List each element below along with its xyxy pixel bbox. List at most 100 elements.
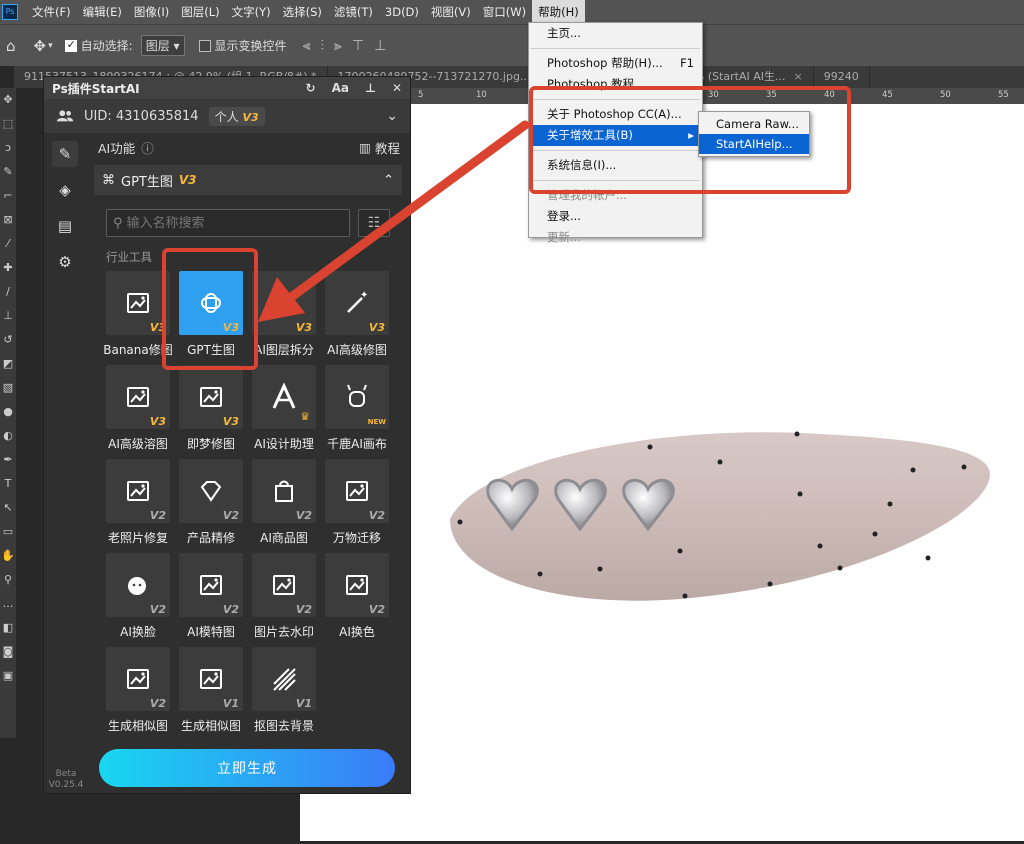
color-change-icon <box>342 570 372 600</box>
ai-section-title: AI功能 <box>98 140 136 156</box>
info-icon[interactable]: ⓘ <box>141 138 154 157</box>
more-tools-icon[interactable]: … <box>0 592 16 616</box>
quick-select-icon[interactable]: ✎ <box>0 160 16 184</box>
align-center-icon[interactable]: ⫶ <box>320 38 324 54</box>
tool-tile[interactable]: V2 老照片修复 <box>106 459 172 547</box>
align-left-icon[interactable]: ⫷ <box>303 38 311 54</box>
tool-tile[interactable]: V2 产品精修 <box>179 459 245 547</box>
show-transform-label: 显示变换控件 <box>214 39 287 53</box>
pen-tool-icon[interactable]: ✒ <box>0 448 16 472</box>
layer-select[interactable]: 图层 ▾ <box>140 35 185 56</box>
blur-tool-icon[interactable]: ● <box>0 400 16 424</box>
chevron-up-icon[interactable]: ⌃ <box>383 173 394 188</box>
frame-tool-icon[interactable]: ⊠ <box>0 208 16 232</box>
menu-item[interactable]: 视图(V) <box>425 0 477 24</box>
generate-button[interactable]: 立即生成 <box>99 749 395 787</box>
tool-tile[interactable]: ✦ V3 AI高级修图 <box>325 271 391 359</box>
close-icon[interactable]: ✕ <box>392 81 402 95</box>
align-top-icon[interactable]: ⊤ <box>352 38 364 54</box>
hand-tool-icon[interactable]: ✋ <box>0 544 16 568</box>
help-menu-item[interactable]: Photoshop 帮助(H)... F1 <box>529 53 702 74</box>
search-box[interactable]: ⚲ <box>106 209 350 237</box>
menu-item[interactable]: 文字(Y) <box>226 0 277 24</box>
tool-tile[interactable]: V2 AI模特图 <box>179 553 245 641</box>
close-icon[interactable]: × <box>794 70 803 83</box>
chevron-down-icon[interactable]: ⌄ <box>386 108 398 124</box>
gradient-icon[interactable]: ▧ <box>0 376 16 400</box>
clipboard-icon[interactable]: ▤ <box>52 213 78 239</box>
tool-tile[interactable]: NEW 千鹿AI画布 <box>325 365 391 453</box>
menu-item[interactable]: 图像(I) <box>128 0 175 24</box>
edit-icon[interactable]: ✎ <box>52 141 78 167</box>
eraser-icon[interactable]: ◩ <box>0 352 16 376</box>
menu-item[interactable]: 编辑(E) <box>77 0 128 24</box>
gpt-section-header[interactable]: ⌘ GPT生图 V3 ⌃ <box>94 165 402 195</box>
color-swatch-icon[interactable]: ◧ <box>0 616 16 640</box>
crop-tool-icon[interactable]: ⌐ <box>0 184 16 208</box>
book-icon[interactable]: ▥ <box>359 140 371 155</box>
menu-item[interactable]: 3D(D) <box>379 0 425 24</box>
eyedropper-icon[interactable]: ⁄ <box>0 232 16 256</box>
text-tool-icon[interactable]: T <box>0 472 16 496</box>
tool-label: AI设计助理 <box>254 437 314 451</box>
gpt-section-title: GPT生图 <box>121 174 173 190</box>
quick-mask-icon[interactable]: ◙ <box>0 640 16 664</box>
tool-tile[interactable]: V2 图片去水印 <box>252 553 318 641</box>
document-tab[interactable]: 99240 <box>814 66 870 88</box>
menu-item[interactable]: 滤镜(T) <box>328 0 379 24</box>
move-tool-icon[interactable]: ✥ ▾ <box>34 37 53 55</box>
help-menu-item[interactable]: 主页... <box>529 23 702 44</box>
photo-repair-icon <box>123 476 153 506</box>
settings-icon[interactable]: ⚙ <box>52 249 78 275</box>
tool-tile[interactable]: V2 万物迁移 <box>325 459 391 547</box>
tool-tile[interactable]: V3 AI高级溶图 <box>106 365 172 453</box>
pin-icon[interactable]: ⊥ <box>365 81 376 95</box>
home-icon[interactable]: ⌂ <box>6 37 16 55</box>
tool-tile[interactable]: V3 AI图层拆分 <box>252 271 318 359</box>
tool-tile[interactable]: V2 AI商品图 <box>252 459 318 547</box>
screen-mode-icon[interactable]: ▣ <box>0 664 16 688</box>
search-input[interactable] <box>126 215 347 231</box>
tool-tile[interactable]: V2 AI换脸 <box>106 553 172 641</box>
move-tool-icon[interactable]: ✥ <box>0 88 16 112</box>
tool-tile[interactable]: V2 AI换色 <box>325 553 391 641</box>
font-icon[interactable]: Aa <box>332 81 349 95</box>
marquee-tool-icon[interactable]: ⬚ <box>0 112 16 136</box>
menu-item[interactable]: 图层(L) <box>175 0 225 24</box>
align-right-icon[interactable]: ⫸ <box>334 38 342 54</box>
menu-item[interactable]: 帮助(H) <box>532 0 585 24</box>
plan-version: V3 <box>242 110 259 124</box>
layers-icon[interactable]: ◈ <box>52 177 78 203</box>
tool-version-badge: V2 <box>295 603 312 616</box>
menu-item[interactable]: 文件(F) <box>26 0 77 24</box>
refresh-icon[interactable]: ↻ <box>306 81 316 95</box>
plan-badge-text: 个人 <box>214 109 239 124</box>
zoom-tool-icon[interactable]: ⚲ <box>0 568 16 592</box>
tool-tile[interactable]: V1 抠图去背景 <box>252 647 318 735</box>
tool-tile-icon-box: V1 <box>179 647 243 711</box>
tutorial-link[interactable]: 教程 <box>375 138 400 157</box>
tool-tile-icon-box: ♛ <box>252 365 316 429</box>
menu-item[interactable]: 窗口(W) <box>477 0 532 24</box>
auto-select-checkbox[interactable]: 自动选择: <box>64 37 133 54</box>
tool-tile[interactable]: V2 生成相似图 <box>106 647 172 735</box>
history-brush-icon[interactable]: ↺ <box>0 328 16 352</box>
tool-tile[interactable]: ♛ AI设计助理 <box>252 365 318 453</box>
menu-item[interactable]: 选择(S) <box>277 0 328 24</box>
path-select-icon[interactable]: ↖ <box>0 496 16 520</box>
help-menu-item[interactable]: 更新... <box>529 227 702 248</box>
show-transform-checkbox[interactable]: 显示变换控件 <box>198 37 287 54</box>
shape-tool-icon[interactable]: ▭ <box>0 520 16 544</box>
brush-tool-icon[interactable]: / <box>0 280 16 304</box>
view-toggle-button[interactable]: ☷ <box>358 209 390 237</box>
align-middle-icon[interactable]: ⊥ <box>374 38 386 54</box>
lasso-tool-icon[interactable]: ↄ <box>0 136 16 160</box>
tool-tile[interactable]: V1 生成相似图 <box>179 647 245 735</box>
user-row[interactable]: UID: 4310635814 个人 V3 ⌄ <box>44 99 410 133</box>
tool-tile[interactable]: V3 即梦修图 <box>179 365 245 453</box>
dodge-tool-icon[interactable]: ◐ <box>0 424 16 448</box>
tool-label: 万物迁移 <box>332 531 381 545</box>
stamp-tool-icon[interactable]: ⊥ <box>0 304 16 328</box>
help-menu-item[interactable]: 登录... <box>529 206 702 227</box>
healing-brush-icon[interactable]: ✚ <box>0 256 16 280</box>
